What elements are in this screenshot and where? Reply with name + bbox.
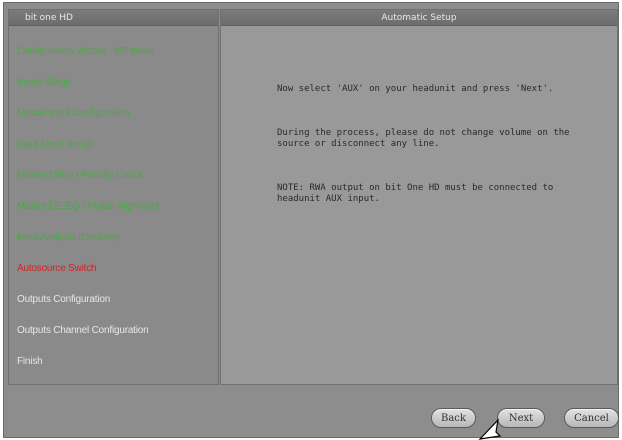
- cancel-button[interactable]: Cancel: [564, 408, 619, 428]
- back-button[interactable]: Back: [431, 408, 476, 428]
- mouse-pointer-icon: [478, 418, 502, 440]
- next-button[interactable]: Next: [497, 408, 545, 428]
- app-title: bit one HD: [9, 10, 218, 26]
- step-outputs-channel-configuration[interactable]: Outputs Channel Configuration: [17, 325, 149, 336]
- wizard-steps-panel: bit one HD Configuration Wizard - 8R Mod…: [8, 9, 219, 385]
- step-outputs-configuration[interactable]: Outputs Configuration: [17, 294, 110, 305]
- step-master-delay-polarity[interactable]: Master Delay / Polarity Check: [17, 170, 143, 181]
- step-finish[interactable]: Finish: [17, 356, 43, 367]
- instruction-line-2: During the process, please do not change…: [277, 128, 576, 149]
- step-autosource-switch[interactable]: Autosource Switch: [17, 263, 97, 274]
- step-input-level-setup[interactable]: Input Level Setup: [17, 139, 92, 150]
- panel-title: Automatic Setup: [221, 10, 617, 26]
- step-input-analysis[interactable]: Input Analysis (Deskew): [17, 232, 119, 243]
- button-bar: Back Next Cancel: [8, 387, 619, 437]
- wizard-window: bit one HD Configuration Wizard - 8R Mod…: [3, 2, 619, 438]
- step-inputs-setup[interactable]: Inputs Setup: [17, 77, 71, 88]
- instruction-note: NOTE: RWA output on bit One HD must be c…: [277, 183, 559, 204]
- instruction-line-1: Now select 'AUX' on your headunit and pr…: [277, 84, 554, 94]
- instruction-text: Now select 'AUX' on your headunit and pr…: [277, 62, 587, 238]
- content-panel: Automatic Setup Now select 'AUX' on your…: [220, 9, 618, 385]
- step-configuration-wizard[interactable]: Configuration Wizard - 8R Mode: [17, 46, 154, 57]
- step-master-input-configuration[interactable]: Master Input Configuration: [17, 108, 130, 119]
- step-master-deeq-phase[interactable]: Master DE-EQ / Phase Alignment: [17, 201, 160, 212]
